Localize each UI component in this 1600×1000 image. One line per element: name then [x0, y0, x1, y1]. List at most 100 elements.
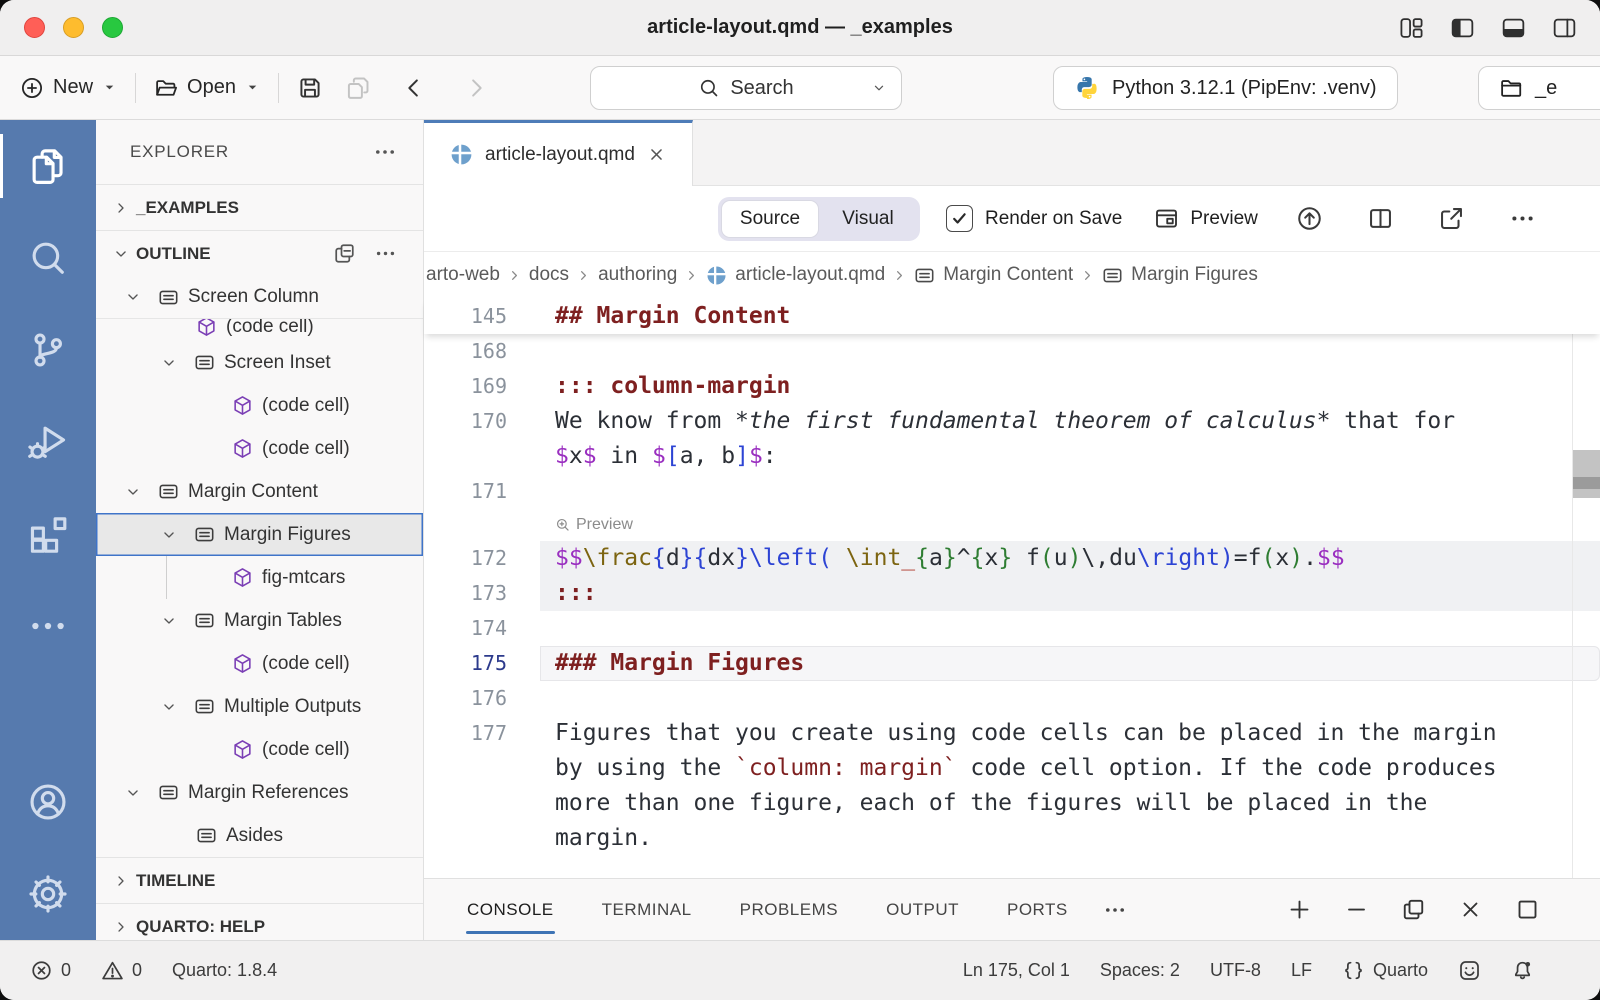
zoom-window-button[interactable] — [102, 17, 123, 38]
tab-article-layout[interactable]: article-layout.qmd — [424, 120, 693, 186]
breadcrumb-item-article-layout-qmd[interactable]: article-layout.qmd — [706, 264, 885, 286]
status-item-0[interactable]: 0 — [101, 959, 142, 982]
outline-item-margin-tables[interactable]: Margin Tables — [96, 599, 423, 642]
breadcrumb-item-authoring[interactable]: authoring — [598, 264, 677, 286]
arrow-back-icon[interactable] — [401, 75, 427, 101]
split-editor-icon[interactable] — [1367, 205, 1394, 232]
sticky-scroll-line[interactable]: 145 ## Margin Content — [424, 298, 1600, 334]
render-on-save-checkbox[interactable]: Render on Save — [946, 205, 1122, 232]
close-window-button[interactable] — [24, 17, 45, 38]
outline-item-multiple-outputs[interactable]: Multiple Outputs — [96, 685, 423, 728]
status-item-smiley[interactable] — [1458, 959, 1481, 982]
chevron-down-icon[interactable] — [124, 784, 158, 802]
codelens-preview[interactable]: Preview — [540, 509, 1600, 541]
save-all-icon[interactable] — [345, 75, 371, 101]
outline-item-label: Screen Inset — [224, 352, 331, 374]
activity-item-settings[interactable] — [0, 848, 96, 940]
outline-item-margin-content[interactable]: Margin Content — [96, 470, 423, 513]
outline-item-fig-mtcars[interactable]: fig-mtcars — [96, 556, 423, 599]
panel-tab-output[interactable]: OUTPUT — [885, 896, 960, 924]
section-icon — [158, 287, 179, 308]
instances-icon[interactable] — [1401, 897, 1426, 922]
outline-item-margin-figures[interactable]: Margin Figures — [96, 513, 423, 556]
sidebar-section-quarto-help[interactable]: QUARTO: HELP — [96, 903, 423, 940]
breadcrumb-item-margin-figures[interactable]: Margin Figures — [1102, 264, 1258, 286]
chevron-right-icon — [575, 267, 592, 284]
panel-tab-console[interactable]: CONSOLE — [466, 896, 555, 924]
status-item-0[interactable]: 0 — [30, 959, 71, 982]
activity-item-files[interactable] — [0, 120, 96, 212]
panel-tab-terminal[interactable]: TERMINAL — [601, 896, 693, 924]
outline-item-margin-references[interactable]: Margin References — [96, 771, 423, 814]
source-mode-button[interactable]: Source — [721, 200, 819, 238]
more-icon[interactable] — [374, 242, 397, 265]
status-item-quarto[interactable]: Quarto — [1342, 959, 1428, 982]
code-editor[interactable]: 168169::: column-margin170We know from *… — [424, 334, 1600, 878]
preview-button[interactable]: Preview — [1154, 206, 1258, 231]
activity-item-source-control[interactable] — [0, 304, 96, 396]
activity-item-more[interactable] — [0, 580, 96, 672]
activity-item-account[interactable] — [0, 756, 96, 848]
new-button[interactable]: New — [20, 76, 117, 100]
chevron-down-icon[interactable] — [160, 612, 194, 630]
chevron-down-icon[interactable] — [160, 698, 194, 716]
close-icon[interactable] — [1458, 897, 1483, 922]
sidebar-section-outline[interactable]: OUTLINE — [96, 230, 423, 276]
breadcrumb-item-docs[interactable]: docs — [529, 264, 569, 286]
activity-item-search[interactable] — [0, 212, 96, 304]
scrollbar-thumb[interactable] — [1573, 450, 1600, 498]
outline-item-screen-inset[interactable]: Screen Inset — [96, 341, 423, 384]
plus-icon[interactable] — [1287, 897, 1312, 922]
status-item-spaces-2[interactable]: Spaces: 2 — [1100, 960, 1180, 981]
panel-tab-problems[interactable]: PROBLEMS — [739, 896, 839, 924]
status-item-quarto-1-8-4[interactable]: Quarto: 1.8.4 — [172, 960, 277, 981]
search-input[interactable]: Search — [590, 66, 902, 110]
outline-item-asides[interactable]: Asides — [96, 814, 423, 857]
status-item-utf-8[interactable]: UTF-8 — [1210, 960, 1261, 981]
line-number — [424, 439, 540, 474]
status-item-bell[interactable] — [1511, 959, 1534, 982]
visual-mode-button[interactable]: Visual — [819, 200, 917, 238]
chevron-down-icon[interactable] — [160, 354, 194, 372]
status-item-lf[interactable]: LF — [1291, 960, 1312, 981]
chevron-down-icon[interactable] — [124, 483, 158, 501]
arrow-forward-icon[interactable] — [463, 75, 489, 101]
render-icon[interactable] — [1296, 205, 1323, 232]
dash-icon[interactable] — [1344, 897, 1369, 922]
close-icon[interactable] — [647, 145, 666, 164]
outline-item-screen-column[interactable]: Screen Column — [96, 276, 423, 319]
status-item-label: Quarto: 1.8.4 — [172, 960, 277, 981]
more-icon[interactable] — [1103, 898, 1127, 922]
more-icon[interactable] — [373, 140, 397, 164]
toggle-panel-icon[interactable] — [1500, 16, 1527, 40]
open-button[interactable]: Open — [154, 76, 260, 100]
more-icon[interactable] — [1509, 205, 1536, 232]
outline-item-code-cell[interactable]: (code cell) — [96, 384, 423, 427]
python-interpreter-button[interactable]: Python 3.12.1 (PipEnv: .venv) — [1053, 66, 1398, 110]
activity-item-run-debug[interactable] — [0, 396, 96, 488]
breadcrumb-item-arto-web[interactable]: arto-web — [426, 264, 500, 286]
outline-item-code-cell[interactable]: (code cell) — [96, 642, 423, 685]
sidebar-section-timeline[interactable]: TIMELINE — [96, 857, 423, 903]
save-icon[interactable] — [297, 75, 323, 101]
outline-item-code-cell[interactable]: (code cell) — [96, 728, 423, 771]
breadcrumb-item-margin-content[interactable]: Margin Content — [914, 264, 1073, 286]
toggle-right-sidebar-icon[interactable] — [1551, 16, 1578, 40]
maximize-icon[interactable] — [1515, 897, 1540, 922]
collapse-all-icon[interactable] — [333, 242, 356, 265]
outline-item-label: Screen Column — [188, 286, 319, 308]
workspace-folder-button[interactable]: _e — [1478, 66, 1600, 110]
chevron-down-icon[interactable] — [124, 288, 158, 306]
minimize-window-button[interactable] — [63, 17, 84, 38]
sidebar-section-examples[interactable]: _EXAMPLES — [96, 184, 423, 230]
toggle-left-sidebar-icon[interactable] — [1449, 16, 1476, 40]
chevron-down-icon[interactable] — [160, 526, 194, 544]
status-item-ln-175-col-1[interactable]: Ln 175, Col 1 — [963, 960, 1070, 981]
outline-item-code-cell[interactable]: (code cell) — [96, 319, 423, 341]
customize-layout-icon[interactable] — [1398, 16, 1425, 40]
chevron-right-icon — [112, 918, 130, 936]
panel-tab-ports[interactable]: PORTS — [1006, 896, 1069, 924]
activity-item-extensions[interactable] — [0, 488, 96, 580]
outline-item-code-cell[interactable]: (code cell) — [96, 427, 423, 470]
open-external-icon[interactable] — [1438, 205, 1465, 232]
